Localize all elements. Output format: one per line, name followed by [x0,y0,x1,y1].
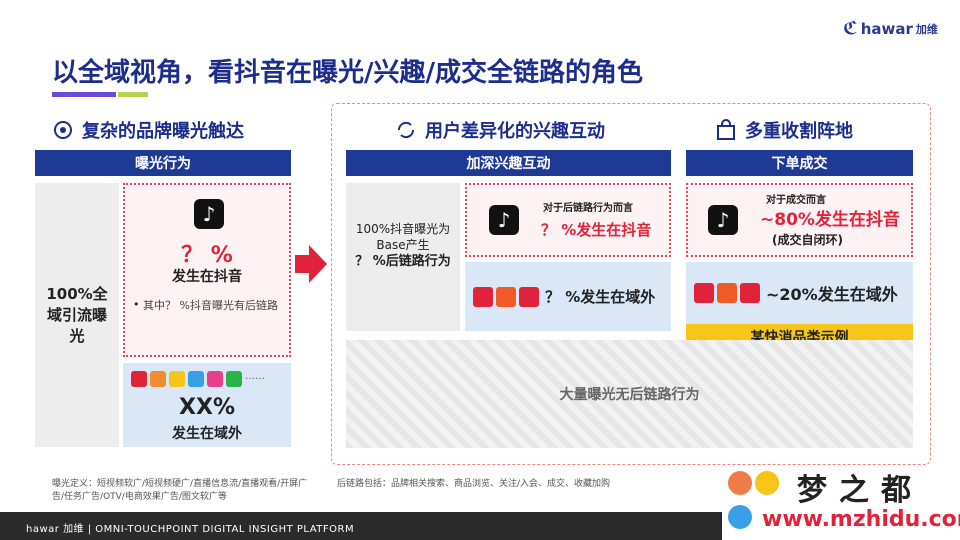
exposure-bar: 曝光行为 [35,150,291,176]
network-icon [52,119,74,141]
mid-douyin-value: ？ %发生在抖音 [541,221,652,239]
mid-douyin-box: ♪ 对于后链路行为而言 ？ %发生在抖音 [465,183,671,257]
title-underline-green [118,92,148,97]
logo-mark-icon: ℭ [843,18,858,39]
right-outside-value: ~20%发生在域外 [766,285,898,304]
app-icons-row: …… [131,371,265,387]
title-underline-blue [52,92,116,97]
watermark-url: www.mzhidu.com [762,507,960,532]
left-outside-box: …… XX% 发生在域外 [123,363,291,447]
taobao-icon-right [717,283,737,303]
left-outside-pct: XX% [179,395,235,420]
arrow-right-icon [295,245,327,287]
tiktok-icon-mid: ♪ [489,205,519,235]
right-douyin-box: ♪ 对于成交而言 ~80%发生在抖音 (成交自闭环) [686,183,913,257]
jd-icon [519,286,539,307]
interest-bar: 加深兴趣互动 [346,150,671,176]
mid-douyin-caption: 对于后链路行为而言 [543,203,633,214]
shopping-bag-icon [715,119,737,141]
left-section-heading: 复杂的品牌曝光触达 [52,117,244,143]
logo-text: hawar [860,19,913,38]
right-section-heading: 多重收割阵地 [715,117,853,143]
youku-icon [207,371,223,387]
left-bullet-text: 其中？ %抖音曝光有后链路 [143,299,278,312]
mid-side-panel: 100%抖音曝光为Base产生 ？ %后链路行为 [346,183,460,331]
xiaohongshu-icon [131,371,147,387]
watermark-cn: 梦之都 [797,473,923,508]
brand-logo: ℭ hawar 加维 [843,18,938,39]
weibo-icon [150,371,166,387]
iqiyi-icon [188,371,204,387]
left-douyin-pct: ？ % [181,243,233,268]
xiaohongshu-icon-mid [473,286,493,307]
mid-side-line1: 100%抖音曝光为Base产生 [355,222,451,252]
watermark-emoji-icons [728,471,779,495]
mid-side-line2: ？ %后链路行为 [355,254,451,269]
left-side-panel: 100%全域引流曝光 [35,183,119,447]
mid-heading-text: 用户差异化的兴趣互动 [425,121,605,142]
mango-tv-icon [169,371,185,387]
page-title: 以全域视角，看抖音在曝光/兴趣/成交全链路的角色 [52,58,643,88]
xiaohongshu-icon-right [694,283,714,303]
mid-section-heading: 用户差异化的兴趣互动 [395,117,605,143]
logo-cn: 加维 [915,22,938,36]
mid-outside-value: ？ %发生在域外 [545,288,656,306]
taobao-icon [496,286,516,307]
left-douyin-box: ♪ ？ % 发生在抖音 • 其中？ %抖音曝光有后链路 [123,183,291,357]
right-douyin-value: ~80%发生在抖音 [760,210,900,230]
tiktok-icon: ♪ [194,199,224,229]
left-side-label: 100%全域引流曝光 [46,284,108,345]
more-apps: …… [245,371,265,382]
bullet-dot: • [133,298,140,311]
left-douyin-label: 发生在抖音 [172,269,242,285]
jd-icon-right [740,283,760,303]
right-outside-box: ~20%发生在域外 [686,262,913,324]
left-outside-label: 发生在域外 [172,426,242,442]
footer-text: hawar 加维 | OMNI-TOUCHPOINT DIGITAL INSIG… [26,524,355,535]
left-heading-text: 复杂的品牌曝光触达 [82,121,244,142]
mid-outside-box: ？ %发生在域外 [465,262,671,331]
right-douyin-note: (成交自闭环) [772,233,843,247]
wechat-icon [226,371,242,387]
watermark: 梦之都 www.mzhidu.com [722,465,960,540]
face-icon-blue [728,505,752,529]
right-douyin-caption: 对于成交而言 [766,195,826,206]
order-bar: 下单成交 [686,150,913,176]
footnote-chain: 后链路包括：品牌相关搜索、商品浏览、关注/入会、成交、收藏加购 [337,479,611,489]
tiktok-icon-right: ♪ [708,205,738,235]
refresh-icon [395,119,417,141]
face-icon-orange [728,471,752,495]
face-icon-yellow [755,471,779,495]
no-chain-area: 大量曝光无后链路行为 [346,340,913,448]
footnote-exposure: 曝光定义：短视频软广/短视频硬广/直播信息流/直播观看/开屏广告/任务广告/OT… [52,479,308,502]
right-heading-text: 多重收割阵地 [745,121,853,142]
